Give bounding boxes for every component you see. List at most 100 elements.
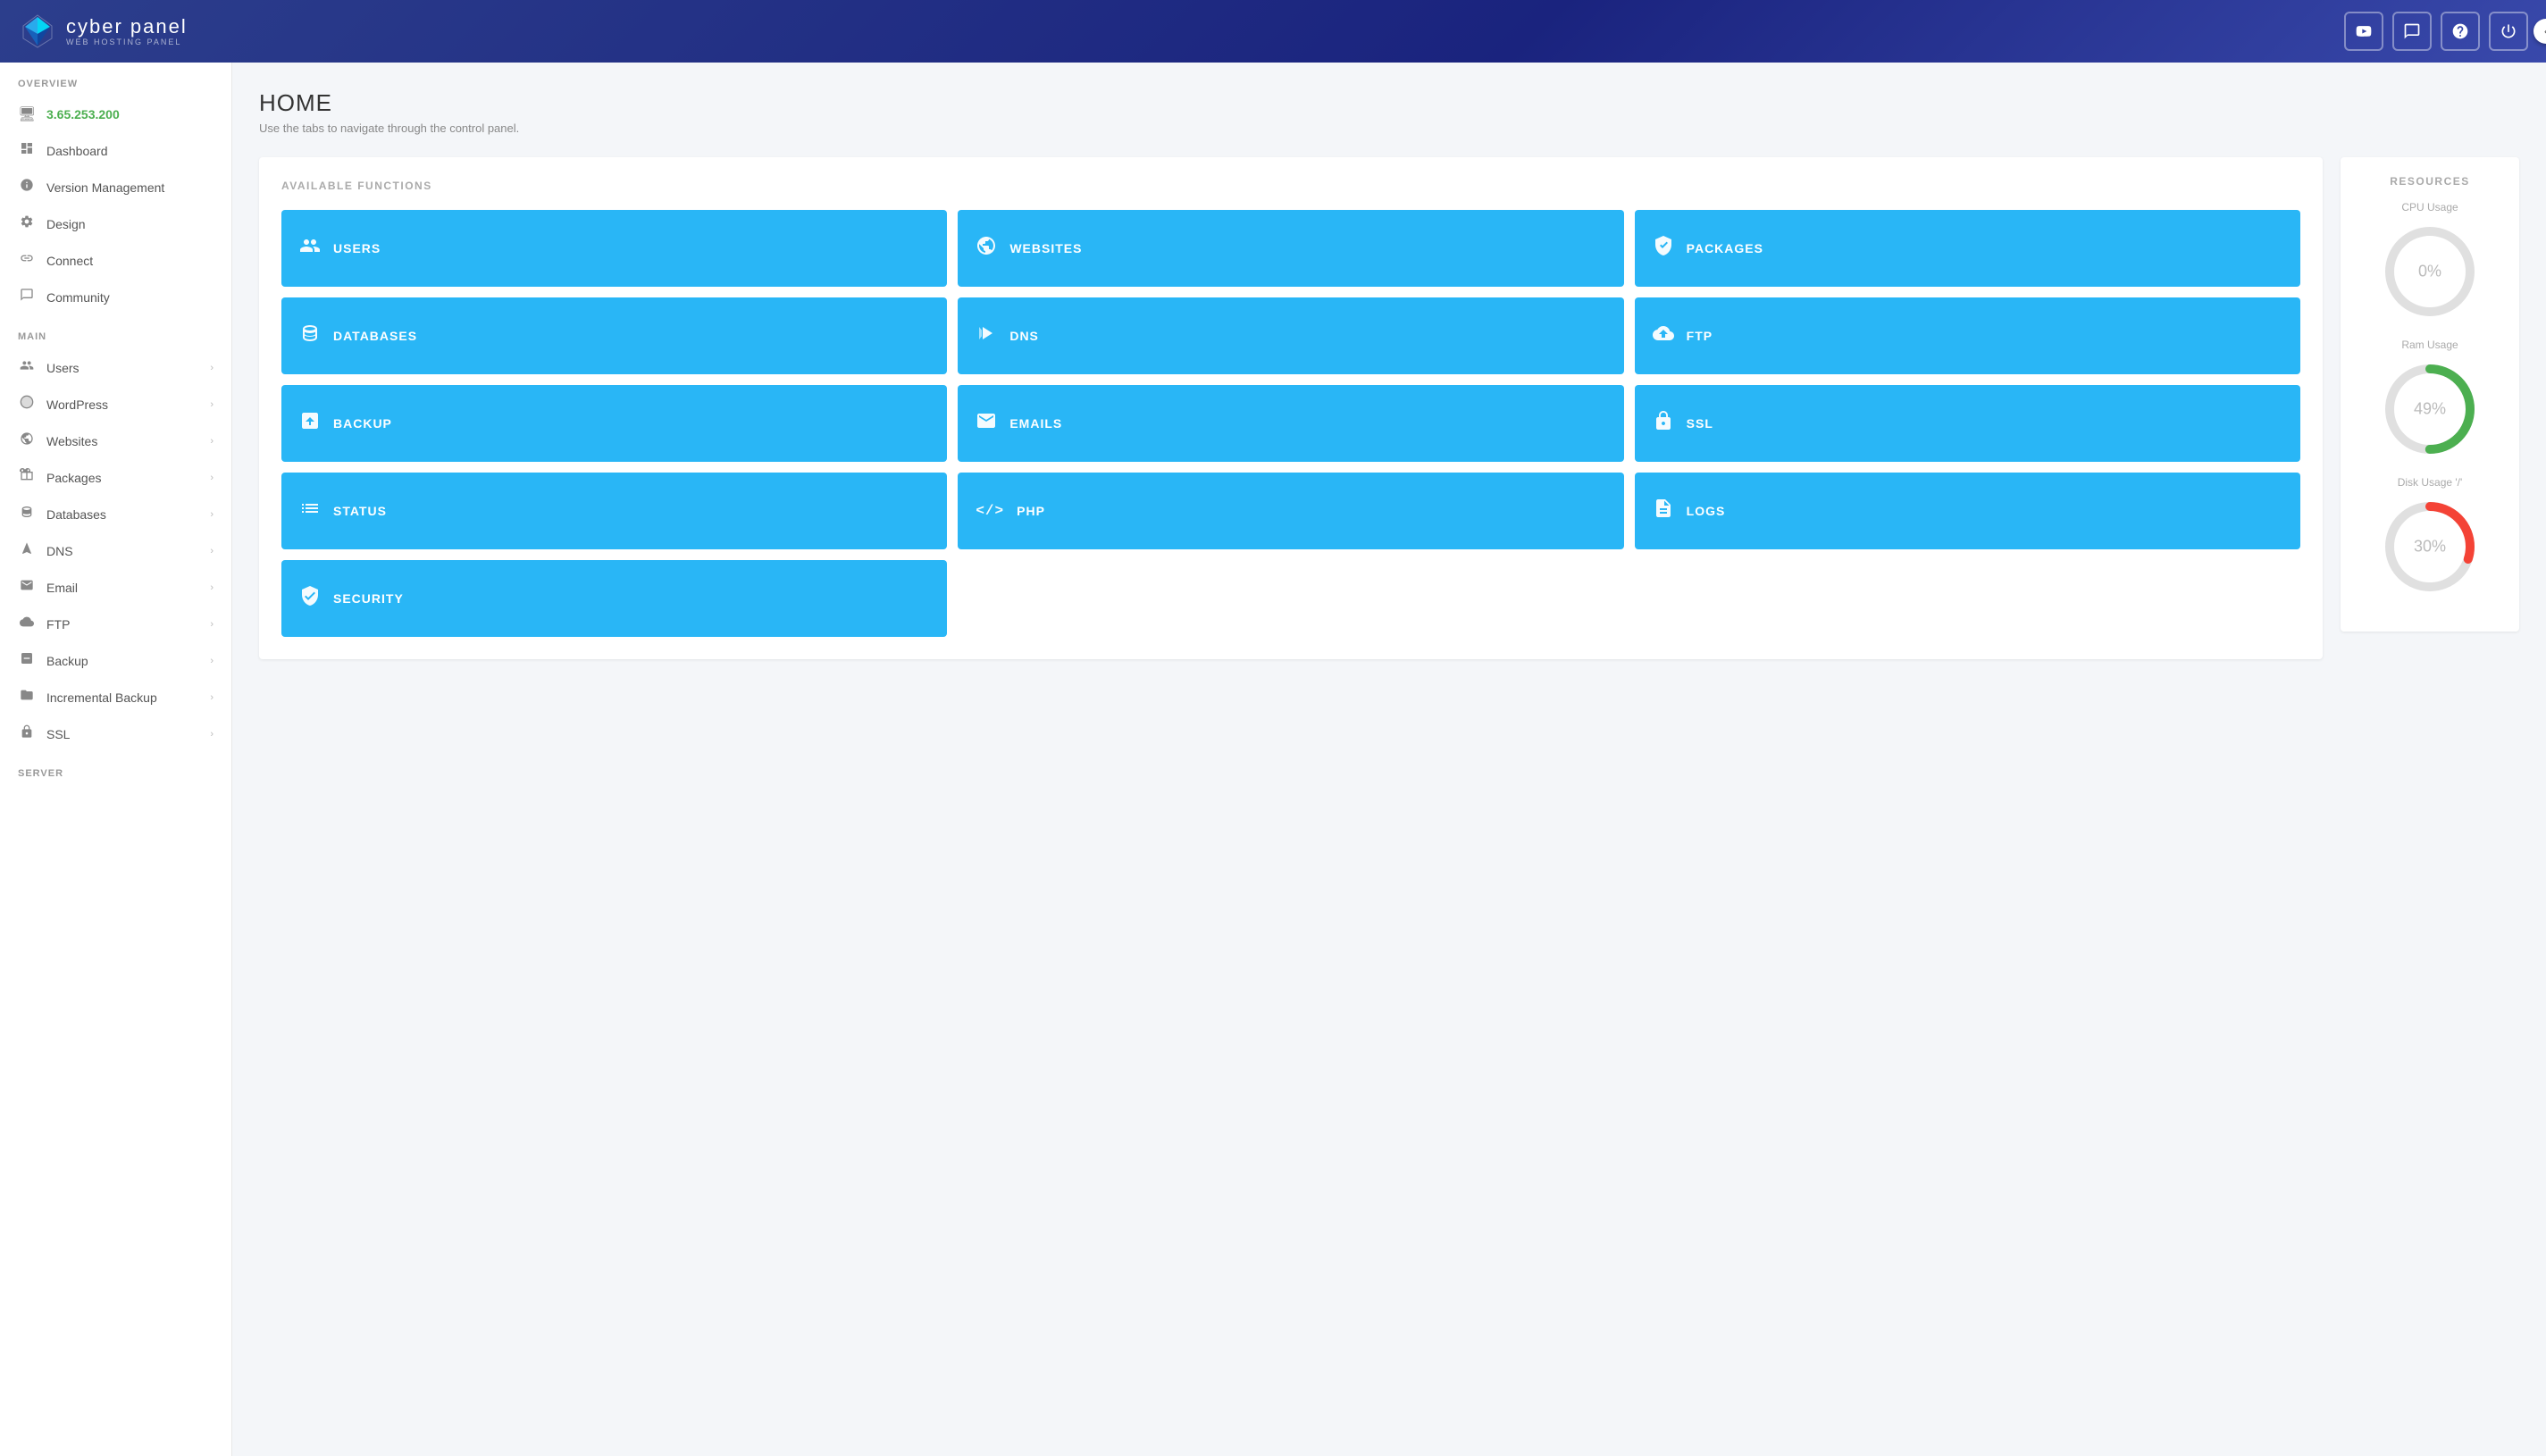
packages-function-button[interactable]: PACKAGES: [1635, 210, 2300, 287]
status-func-icon: [299, 498, 321, 524]
monitor-icon: 🖥: [18, 105, 36, 123]
websites-function-button[interactable]: WEBSITES: [958, 210, 1623, 287]
databases-label: Databases: [46, 507, 106, 522]
ram-resource: Ram Usage 49%: [2354, 339, 2506, 458]
users-function-button[interactable]: USERS: [281, 210, 947, 287]
packages-func-icon: [1653, 235, 1674, 262]
youtube-icon: [2355, 22, 2373, 40]
cpu-value: 0%: [2418, 263, 2441, 281]
sidebar-item-users[interactable]: Users ›: [0, 349, 231, 386]
sidebar-item-ip[interactable]: 🖥 3.65.253.200: [0, 96, 231, 132]
wordpress-icon: [18, 395, 36, 414]
cpu-resource: CPU Usage 0%: [2354, 201, 2506, 321]
sidebar-item-websites[interactable]: Websites ›: [0, 423, 231, 459]
chevron-icon: ›: [210, 692, 214, 703]
dns-func-icon: [976, 322, 997, 349]
dns-func-label: DNS: [1009, 329, 1039, 343]
ram-donut: 49%: [2381, 360, 2479, 458]
backup-func-label: BACKUP: [333, 416, 392, 431]
sidebar-item-wordpress[interactable]: WordPress ›: [0, 386, 231, 423]
sidebar-item-dns[interactable]: DNS ›: [0, 532, 231, 569]
backup-icon: [18, 651, 36, 670]
databases-func-label: DATABASES: [333, 329, 417, 343]
sidebar-item-packages[interactable]: Packages ›: [0, 459, 231, 496]
disk-label: Disk Usage '/': [2354, 476, 2506, 489]
chevron-icon: ›: [210, 509, 214, 520]
packages-icon: [18, 468, 36, 487]
logs-func-label: LOGS: [1687, 504, 1726, 518]
logo-text: cyber panel WEB HOSTING PANEL: [66, 16, 188, 46]
logo-icon: [18, 12, 57, 51]
chevron-icon: ›: [210, 619, 214, 630]
packages-label: Packages: [46, 471, 101, 485]
connect-icon: [18, 251, 36, 270]
websites-label: Websites: [46, 434, 97, 448]
community-label: Community: [46, 290, 110, 305]
dashboard-label: Dashboard: [46, 144, 108, 158]
chevron-icon: ›: [210, 363, 214, 373]
status-function-button[interactable]: STATUS: [281, 473, 947, 549]
dashboard-icon: [18, 141, 36, 160]
ftp-icon: [18, 615, 36, 633]
sidebar-item-dashboard[interactable]: Dashboard: [0, 132, 231, 169]
server-section-title: SERVER: [0, 752, 231, 786]
databases-func-icon: [299, 322, 321, 349]
power-button[interactable]: [2489, 12, 2528, 51]
ssl-icon: [18, 724, 36, 743]
incremental-backup-label: Incremental Backup: [46, 690, 157, 705]
logs-func-icon: [1653, 498, 1674, 524]
packages-func-label: PACKAGES: [1687, 241, 1763, 255]
functions-panel: AVAILABLE FUNCTIONS USERS WEBSITES: [259, 157, 2323, 659]
ssl-func-label: SSL: [1687, 416, 1713, 431]
sidebar-item-backup[interactable]: Backup ›: [0, 642, 231, 679]
sidebar-item-databases[interactable]: Databases ›: [0, 496, 231, 532]
dns-function-button[interactable]: DNS: [958, 297, 1623, 374]
chat-button[interactable]: [2392, 12, 2432, 51]
websites-func-label: WEBSITES: [1009, 241, 1082, 255]
resources-panel: RESOURCES CPU Usage 0% Ram Usage: [2341, 157, 2519, 632]
logo-sub: WEB HOSTING PANEL: [66, 38, 188, 46]
backup-label: Backup: [46, 654, 88, 668]
page-subtitle: Use the tabs to navigate through the con…: [259, 121, 2519, 135]
ftp-func-icon: [1653, 322, 1674, 349]
chevron-icon: ›: [210, 399, 214, 410]
ssl-function-button[interactable]: SSL: [1635, 385, 2300, 462]
chevron-icon: ›: [210, 546, 214, 556]
version-label: Version Management: [46, 180, 164, 195]
resources-title: RESOURCES: [2354, 175, 2506, 188]
backup-function-button[interactable]: BACKUP: [281, 385, 947, 462]
status-func-label: STATUS: [333, 504, 387, 518]
sidebar-item-email[interactable]: Email ›: [0, 569, 231, 606]
design-label: Design: [46, 217, 86, 231]
community-icon: [18, 288, 36, 306]
sidebar-item-ssl[interactable]: SSL ›: [0, 715, 231, 752]
top-header: cyber panel WEB HOSTING PANEL ‹: [0, 0, 2546, 63]
security-function-button[interactable]: SECURITY: [281, 560, 947, 637]
functions-title: AVAILABLE FUNCTIONS: [281, 180, 2300, 192]
users-func-icon: [299, 235, 321, 262]
sidebar-item-ftp[interactable]: FTP ›: [0, 606, 231, 642]
php-function-button[interactable]: </> PHP: [958, 473, 1623, 549]
sidebar-toggle-button[interactable]: ‹: [2533, 19, 2546, 44]
chevron-icon: ›: [210, 436, 214, 447]
sidebar-item-connect[interactable]: Connect: [0, 242, 231, 279]
support-button[interactable]: [2441, 12, 2480, 51]
databases-function-button[interactable]: DATABASES: [281, 297, 947, 374]
emails-function-button[interactable]: EMAILS: [958, 385, 1623, 462]
gear-icon: [18, 214, 36, 233]
logs-function-button[interactable]: LOGS: [1635, 473, 2300, 549]
sidebar-item-design[interactable]: Design: [0, 205, 231, 242]
ftp-function-button[interactable]: FTP: [1635, 297, 2300, 374]
sidebar-item-community[interactable]: Community: [0, 279, 231, 315]
youtube-button[interactable]: [2344, 12, 2383, 51]
dns-label: DNS: [46, 544, 73, 558]
php-func-label: PHP: [1017, 504, 1045, 518]
sidebar-item-version[interactable]: Version Management: [0, 169, 231, 205]
disk-donut: 30%: [2381, 498, 2479, 596]
sidebar-item-incremental-backup[interactable]: Incremental Backup ›: [0, 679, 231, 715]
chat-icon: [2403, 22, 2421, 40]
databases-icon: [18, 505, 36, 523]
backup-func-icon: [299, 410, 321, 437]
cpu-label: CPU Usage: [2354, 201, 2506, 213]
ram-value: 49%: [2414, 400, 2446, 419]
